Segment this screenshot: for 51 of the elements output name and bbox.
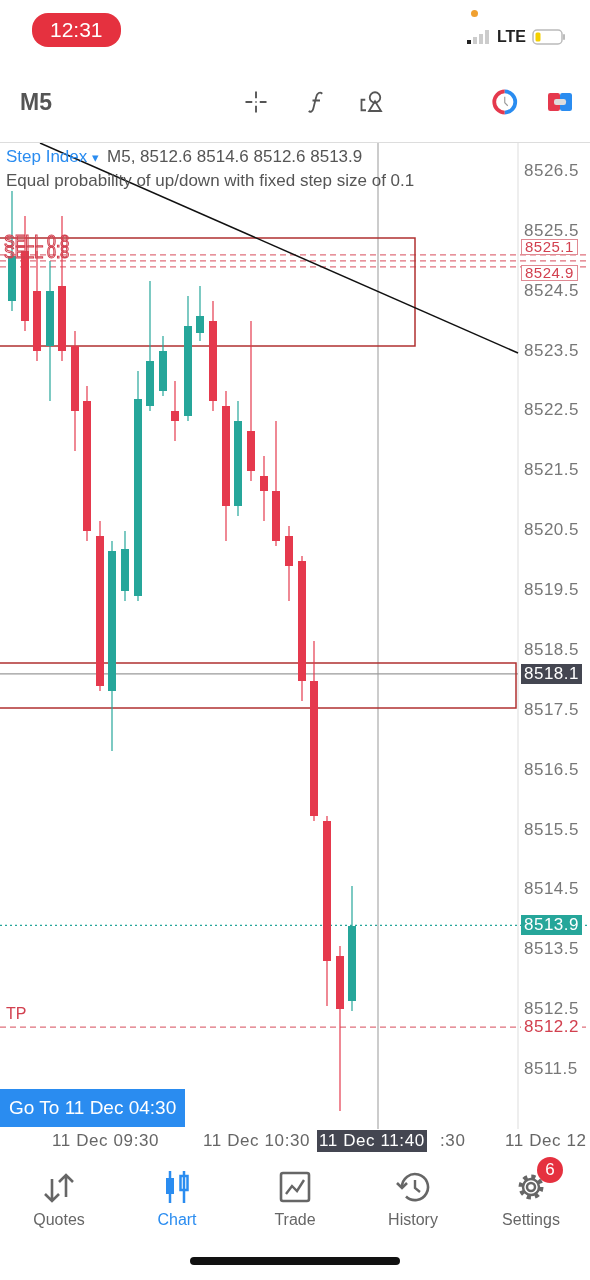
- crosshair-time-label: 11 Dec 11:40: [317, 1130, 427, 1152]
- candlestick: [159, 335, 167, 397]
- price-tag: 8525.1: [521, 238, 578, 255]
- price-label: 8516.5: [524, 760, 579, 779]
- price-label: 8521.5: [524, 461, 579, 480]
- signal-icon: [466, 30, 491, 44]
- notification-badge: 6: [537, 1157, 563, 1183]
- go-to-button[interactable]: Go To 11 Dec 04:30: [0, 1089, 186, 1127]
- arrows-icon: [42, 1171, 76, 1203]
- price-label: 8512.5: [524, 1000, 579, 1019]
- price-label: 8523.5: [524, 341, 579, 360]
- network-label: LTE: [496, 28, 526, 46]
- price-label: 8522.5: [524, 401, 579, 420]
- price-label: 8517.5: [524, 700, 579, 719]
- time-label: :30: [440, 1131, 466, 1151]
- status-time: 12:31: [32, 13, 121, 47]
- candlestick: [196, 285, 204, 342]
- privacy-dot-icon: [471, 10, 478, 17]
- price-label: 8524.5: [524, 281, 579, 300]
- price-tag: 8518.1: [521, 663, 582, 684]
- price-label: 8511.5: [524, 1060, 578, 1079]
- timeframe-button[interactable]: M5: [20, 88, 52, 116]
- candlestick-icon: [164, 1170, 190, 1204]
- nav-tab[interactable]: Trade: [236, 1155, 354, 1235]
- line-chart-icon: [279, 1171, 311, 1203]
- price-label: 8515.5: [524, 820, 579, 839]
- candlestick: [121, 530, 129, 602]
- symbol-description: Equal probability of up/down with fixed step size of 0.1: [6, 171, 415, 191]
- price-tag: 8513.9: [521, 915, 582, 936]
- order-label: TP: [6, 1005, 27, 1024]
- time-label: 11 Dec 09:30: [52, 1131, 160, 1151]
- price-tag: 8524.9: [521, 264, 578, 281]
- battery-icon: [532, 29, 566, 45]
- candlestick: [171, 380, 179, 442]
- price-label: 8525.5: [524, 221, 579, 240]
- price-label: 8526.5: [524, 162, 579, 180]
- time-label: 11 Dec 10:30: [203, 1131, 311, 1151]
- ohlc-values: M5, 8512.6 8514.6 8512.6 8513.9: [107, 147, 363, 167]
- price-label: 8519.5: [524, 581, 579, 600]
- price-label: 8514.5: [524, 880, 579, 899]
- time-label: 11 Dec 12: [505, 1131, 587, 1151]
- switch-icon[interactable]: [548, 90, 572, 114]
- history-icon: [396, 1171, 430, 1203]
- price-label: 8513.5: [524, 940, 579, 959]
- price-label: 8518.5: [524, 640, 579, 659]
- price-label: 8520.5: [524, 521, 579, 540]
- candlestick: [260, 455, 268, 522]
- nav-tab[interactable]: 6 Settings: [472, 1155, 590, 1235]
- nav-tab[interactable]: Quotes: [0, 1155, 118, 1235]
- nav-tab[interactable]: Chart: [118, 1155, 236, 1235]
- nav-tab[interactable]: History: [354, 1155, 472, 1235]
